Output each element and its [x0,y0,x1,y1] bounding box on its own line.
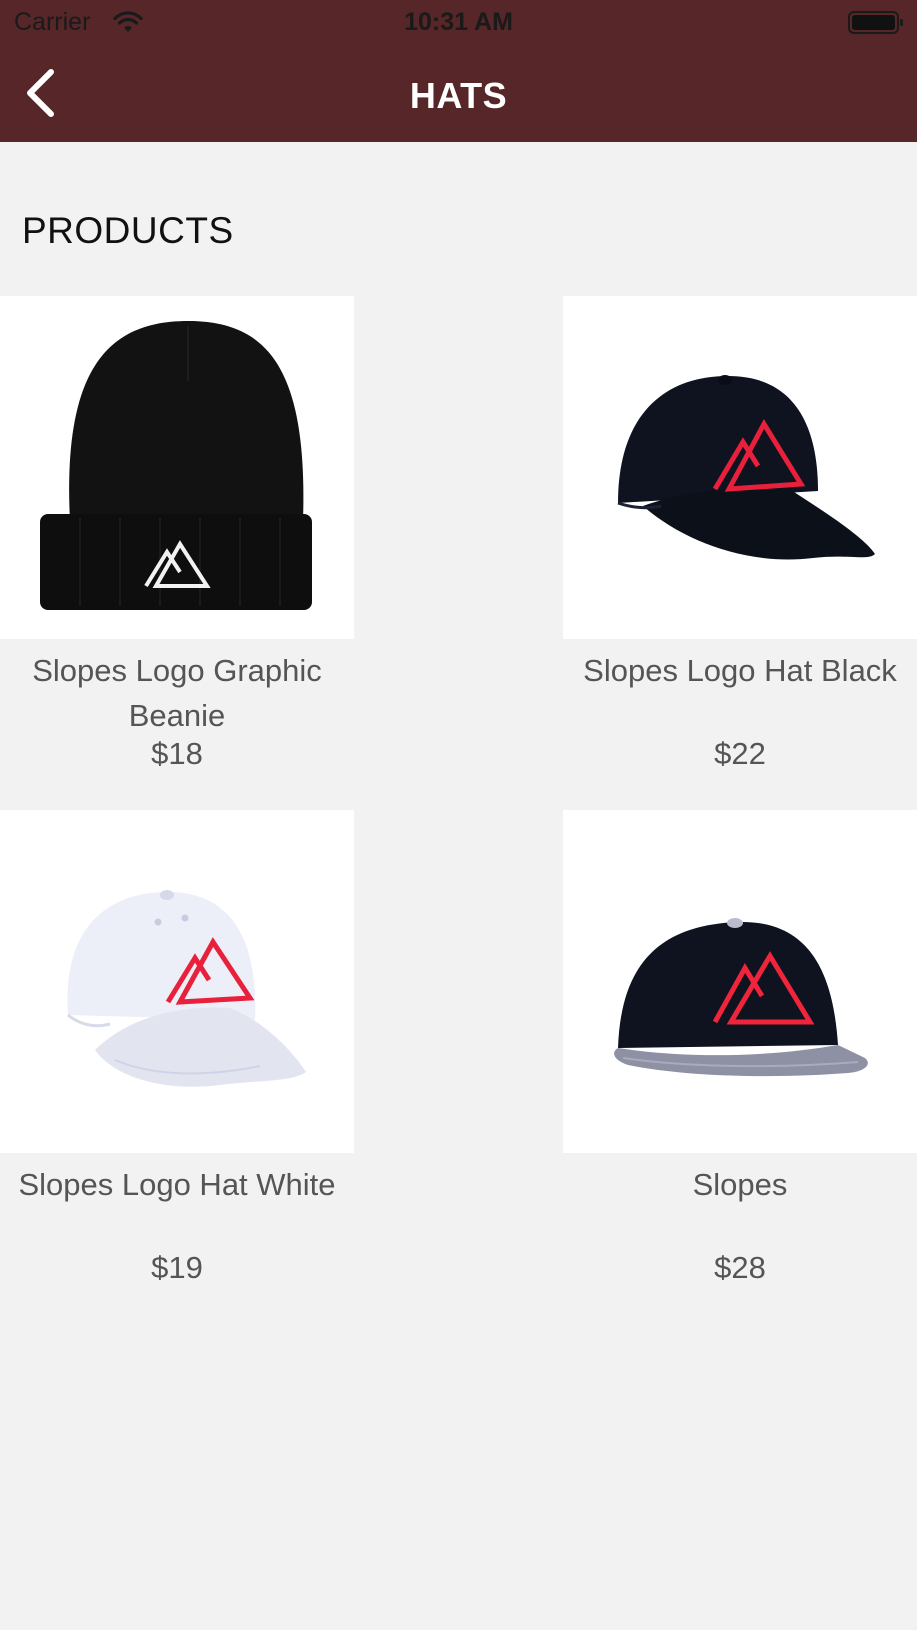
product-name: Slopes Logo Hat Black [583,653,897,688]
black-cap-image [617,375,875,560]
product-card[interactable]: Slopes Logo Graphic Beanie $18 [0,296,354,809]
product-card[interactable]: Slopes Logo Hat Black $22 [563,296,917,809]
product-card[interactable]: Slopes Logo Hat White $19 [0,810,354,1323]
product-image [563,296,917,639]
beanie-image [40,321,312,610]
status-bar: Carrier 10:31 AM [0,0,917,46]
status-time: 10:31 AM [404,8,513,36]
nav-bar: HATS [0,46,917,142]
product-price: $28 [714,1250,766,1285]
product-name: Slopes Logo Graphic Beanie [32,653,322,733]
product-name: Slopes [692,1167,788,1202]
battery-icon [848,11,903,34]
product-price: $22 [714,736,766,771]
section-title: PRODUCTS [22,210,234,251]
product-card[interactable]: Slopes $28 [563,810,917,1323]
snapback-image [614,918,868,1077]
product-image [0,296,354,639]
product-name: Slopes Logo Hat White [18,1167,336,1202]
product-price: $18 [151,736,203,771]
product-image [563,810,917,1153]
product-price: $19 [151,1250,203,1285]
white-cap-image [67,890,306,1087]
page-title: HATS [409,75,508,116]
product-image [0,810,354,1153]
